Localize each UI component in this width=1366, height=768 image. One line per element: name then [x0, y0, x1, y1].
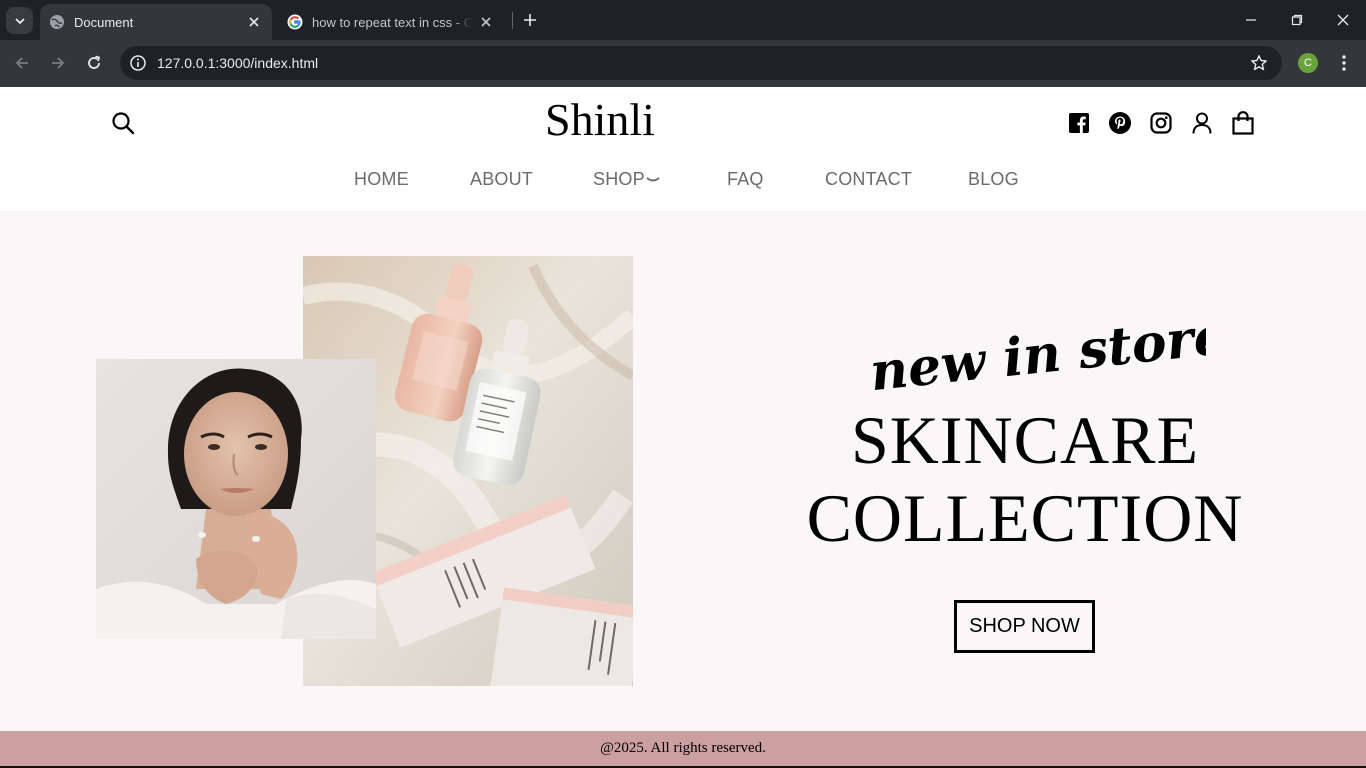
arrow-right-icon [52, 57, 65, 69]
browser-tab-bar: Document how to repeat text in css - Goo… [0, 0, 1366, 40]
minimize-button[interactable] [1239, 8, 1263, 32]
hero-headline: SKINCARE COLLECTION [725, 401, 1325, 557]
tab-search-button[interactable] [6, 7, 33, 34]
nav-contact[interactable]: CONTACT [825, 169, 912, 190]
search-icon [112, 112, 135, 135]
user-icon [1192, 112, 1212, 134]
close-icon [1337, 14, 1349, 26]
plus-icon [524, 14, 536, 26]
arrow-left-icon [15, 57, 28, 69]
tab-separator [512, 12, 513, 29]
nav-shop[interactable]: SHOP [593, 169, 645, 190]
instagram-icon [1150, 112, 1172, 134]
hero-section: new in store SKINCARE COLLECTION SHOP NO… [0, 211, 1366, 731]
globe-icon [49, 14, 65, 30]
facebook-link[interactable] [1067, 111, 1091, 135]
tab-google-search[interactable]: how to repeat text in css - Google Searc… [278, 4, 504, 40]
browser-menu-button[interactable] [1334, 52, 1354, 74]
pinterest-icon [1109, 112, 1131, 134]
site-info-icon[interactable] [129, 54, 147, 72]
close-tab-icon[interactable] [478, 14, 494, 30]
reload-icon [88, 55, 101, 69]
nav-home[interactable]: HOME [354, 169, 409, 190]
bookmark-star-icon[interactable] [1250, 54, 1268, 72]
tab-document[interactable]: Document [40, 4, 272, 40]
nav-about[interactable]: ABOUT [470, 169, 533, 190]
tab-title: Document [74, 14, 134, 30]
close-window-button[interactable] [1331, 8, 1355, 32]
url-text[interactable]: 127.0.0.1:3000/index.html [157, 55, 318, 71]
nav-faq[interactable]: FAQ [727, 169, 764, 190]
main-nav: HOME ABOUT SHOP FAQ CONTACT BLOG [0, 169, 1366, 193]
shop-now-button[interactable]: SHOP NOW [954, 600, 1095, 653]
nav-blog[interactable]: BLOG [968, 169, 1019, 190]
profile-avatar[interactable]: C [1298, 53, 1318, 73]
cart-link[interactable] [1231, 111, 1255, 135]
account-link[interactable] [1190, 111, 1214, 135]
address-bar[interactable]: 127.0.0.1:3000/index.html [120, 46, 1282, 80]
site-header: Shinli HOME ABOUT SHOP FAQ CONTACT BLOG [0, 87, 1366, 211]
brand-logo[interactable]: Shinli [500, 93, 700, 146]
facebook-icon [1069, 113, 1089, 133]
pinterest-link[interactable] [1108, 111, 1132, 135]
chevron-down-icon[interactable] [646, 175, 660, 185]
shopping-bag-icon [1232, 111, 1254, 135]
instagram-link[interactable] [1149, 111, 1173, 135]
more-vertical-icon [1342, 55, 1346, 71]
web-page: Shinli HOME ABOUT SHOP FAQ CONTACT BLOG [0, 87, 1366, 768]
forward-button[interactable] [47, 52, 69, 74]
back-button[interactable] [11, 52, 33, 74]
tab-title: how to repeat text in css - Google Searc… [312, 14, 472, 30]
google-icon [287, 14, 303, 30]
hero-tagline-script: new in store [867, 305, 1206, 391]
close-tab-icon[interactable] [246, 14, 262, 30]
site-footer: @2025. All rights reserved. [0, 731, 1366, 768]
headline-line-2: COLLECTION [806, 480, 1244, 556]
restore-button[interactable] [1285, 8, 1309, 32]
search-button[interactable] [111, 111, 135, 135]
reload-button[interactable] [83, 52, 105, 74]
new-tab-button[interactable] [520, 10, 540, 30]
restore-icon [1291, 14, 1303, 26]
chevron-down-icon [14, 17, 25, 24]
headline-line-1: SKINCARE [850, 402, 1200, 478]
tagline-text: new in store [867, 305, 1206, 391]
minimize-icon [1246, 19, 1256, 21]
model-portrait-photo [96, 359, 376, 639]
browser-toolbar: 127.0.0.1:3000/index.html C [0, 40, 1366, 87]
